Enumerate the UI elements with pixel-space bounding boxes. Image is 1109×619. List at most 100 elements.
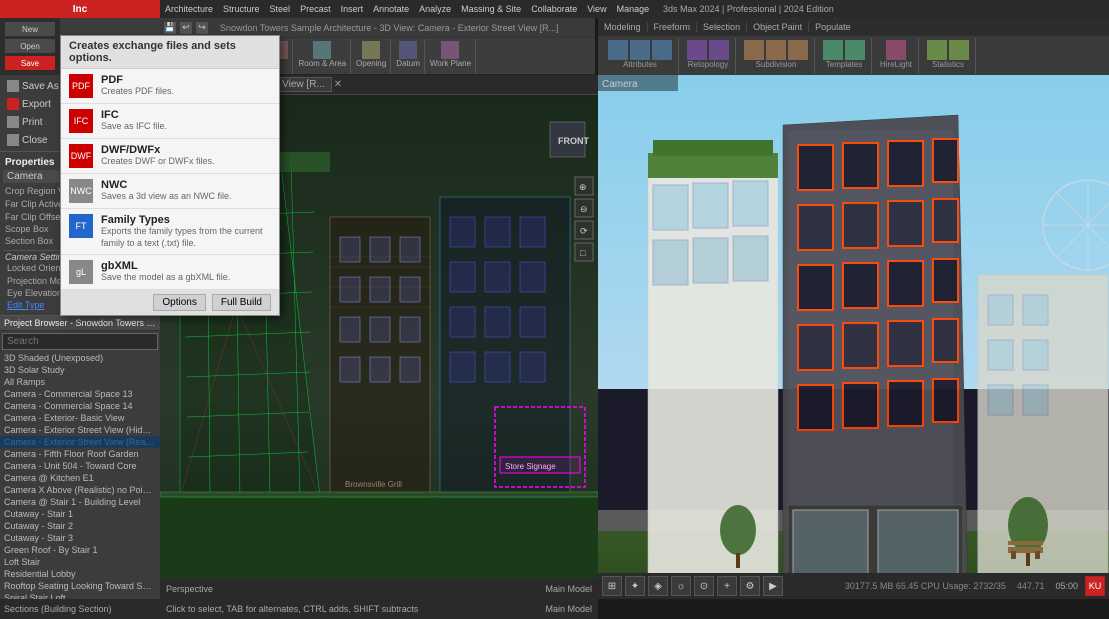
max-rb-btn-12[interactable] <box>927 40 947 60</box>
max-tab-modeling[interactable]: Modeling <box>598 22 648 32</box>
max-app-title: 3ds Max 2024 | Professional | 2024 Editi… <box>663 4 834 14</box>
max-rb-btn-13[interactable] <box>949 40 969 60</box>
max-graph-btn[interactable]: ⊞ <box>602 576 622 596</box>
ifc-icon: IFC <box>69 109 93 133</box>
room-btn[interactable] <box>313 41 331 59</box>
revit-viewport-close[interactable]: ✕ <box>334 79 342 90</box>
pb-item-spiralloft[interactable]: Spiral Stair Loft <box>0 592 160 599</box>
ribbon-title: Snowdon Towers Sample Architecture - 3D … <box>220 23 559 33</box>
menu-architecture[interactable]: Architecture <box>160 4 218 14</box>
dropdown-header-text: Creates exchange files and sets options. <box>61 36 279 69</box>
max-viewport[interactable]: Camera ⊞ ✦ ◈ ☼ ⊙ + ⚙ ▶ 30177.5 MB 65.45 … <box>598 75 1109 599</box>
max-tab-selection[interactable]: Selection <box>697 22 747 32</box>
max-rb-btns-5 <box>886 40 906 60</box>
pb-item-cam-kitchen[interactable]: Camera @ Kitchen E1 <box>0 472 160 484</box>
max-rb-btn-3[interactable] <box>652 40 672 60</box>
menu-manage[interactable]: Manage <box>612 4 655 14</box>
menu-steel[interactable]: Steel <box>265 4 296 14</box>
pb-item-cutaway3[interactable]: Cutaway - Stair 3 <box>0 532 160 544</box>
max-rb-group-1: Attributes <box>602 38 679 74</box>
pb-item-cam-extbasic[interactable]: Camera - Exterior- Basic View <box>0 412 160 424</box>
max-rb-btn-2[interactable] <box>630 40 650 60</box>
pb-item-reslobby[interactable]: Residential Lobby <box>0 568 160 580</box>
max-status-ku[interactable]: KU <box>1085 576 1105 596</box>
menu-view[interactable]: View <box>582 4 611 14</box>
pb-item-cam-fifthroof[interactable]: Camera - Fifth Floor Roof Garden <box>0 448 160 460</box>
pb-item-greenroof[interactable]: Green Roof - By Stair 1 <box>0 544 160 556</box>
pb-item-3d-shaded[interactable]: 3D Shaded (Unexposed) <box>0 352 160 364</box>
project-browser-search[interactable] <box>2 333 158 350</box>
pb-item-cutaway1[interactable]: Cutaway - Stair 1 <box>0 508 160 520</box>
max-tab-freeform[interactable]: Freeform <box>648 22 698 32</box>
menu-insert[interactable]: Insert <box>336 4 369 14</box>
pb-item-cam-unit504[interactable]: Camera - Unit 504 - Toward Core <box>0 460 160 472</box>
menu-precast[interactable]: Precast <box>295 4 336 14</box>
max-materials-btn[interactable]: ◈ <box>648 576 668 596</box>
revit-app-icon[interactable]: Inc <box>0 0 160 18</box>
btn-new[interactable]: New <box>5 22 55 36</box>
pb-item-cutaway2[interactable]: Cutaway - Stair 2 <box>0 520 160 532</box>
max-rb-group-3: Subdivision <box>738 38 815 74</box>
max-rb-btns-6 <box>927 40 969 60</box>
save-btn[interactable]: 💾 <box>164 22 176 34</box>
max-rb-btn-10[interactable] <box>845 40 865 60</box>
max-tab-objectpaint[interactable]: Object Paint <box>747 22 809 32</box>
svg-text:⟳: ⟳ <box>580 226 588 236</box>
pb-item-cam-cs13[interactable]: Camera - Commercial Space 13 <box>0 388 160 400</box>
pb-item-cam-xabove[interactable]: Camera X Above (Realistic) no Point Clou… <box>0 484 160 496</box>
ifc-name: IFC <box>101 109 167 121</box>
pb-item-cam-extready[interactable]: Camera - Exterior Street View (Ready) <box>0 436 160 448</box>
full-build-btn[interactable]: Full Build <box>212 294 271 311</box>
menu-collaborate[interactable]: Collaborate <box>526 4 582 14</box>
dropdown-item-gbxml[interactable]: gL gbXML Save the model as a gbXML file. <box>61 255 279 290</box>
pb-item-cam-stair1[interactable]: Camera @ Stair 1 - Building Level <box>0 496 160 508</box>
btn-open[interactable]: Open <box>5 39 55 53</box>
menu-structure[interactable]: Structure <box>218 4 265 14</box>
menu-massing[interactable]: Massing & Site <box>456 4 526 14</box>
max-rb-btn-5[interactable] <box>709 40 729 60</box>
max-tab-populate[interactable]: Populate <box>809 22 857 32</box>
family-icon: FT <box>69 214 93 238</box>
max-camera-btn[interactable]: ⊙ <box>694 576 714 596</box>
options-btn[interactable]: Options <box>153 294 205 311</box>
dropdown-item-family[interactable]: FT Family Types Exports the family types… <box>61 209 279 255</box>
pb-item-rooftop[interactable]: Rooftop Seating Looking Toward Sundance <box>0 580 160 592</box>
dropdown-item-pdf[interactable]: PDF PDF Creates PDF files. <box>61 69 279 104</box>
max-rb-btn-9[interactable] <box>823 40 843 60</box>
pb-item-cam-exthidden[interactable]: Camera - Exterior Street View (Hidden) <box>0 424 160 436</box>
dropdown-footer: Options Full Build <box>61 290 279 315</box>
max-rendering-btn[interactable]: ▶ <box>763 576 783 596</box>
max-rb-btn-4[interactable] <box>687 40 707 60</box>
svg-text:Camera: Camera <box>602 79 638 90</box>
max-rb-btn-7[interactable] <box>766 40 786 60</box>
undo-btn[interactable]: ↩ <box>180 22 192 34</box>
max-rb-btn-11[interactable] <box>886 40 906 60</box>
max-transform-btn[interactable]: ✦ <box>625 576 645 596</box>
max-lights-btn[interactable]: ☼ <box>671 576 691 596</box>
dropdown-item-ifc[interactable]: IFC IFC Save as IFC file. <box>61 104 279 139</box>
menu-analyze[interactable]: Analyze <box>414 4 456 14</box>
revit-viewport-bottom: Perspective Main Model <box>160 579 598 599</box>
datum-label: Datum <box>396 59 420 68</box>
pb-item-all-ramps[interactable]: All Ramps <box>0 376 160 388</box>
pb-item-3d-solar[interactable]: 3D Solar Study <box>0 364 160 376</box>
dropdown-item-dwf[interactable]: DWF DWF/DWFx Creates DWF or DWFx files. <box>61 139 279 174</box>
max-rb-btn-8[interactable] <box>788 40 808 60</box>
dwf-desc: Creates DWF or DWFx files. <box>101 156 215 168</box>
menu-annotate[interactable]: Annotate <box>368 4 414 14</box>
nwc-icon: NWC <box>69 179 93 203</box>
dropdown-item-nwc[interactable]: NWC NWC Saves a 3d view as an NWC file. <box>61 174 279 209</box>
pb-item-loftstair[interactable]: Loft Stair <box>0 556 160 568</box>
max-rb-btn-1[interactable] <box>608 40 628 60</box>
datum-btn[interactable] <box>399 41 417 59</box>
max-rb-btn-6[interactable] <box>744 40 764 60</box>
pdf-icon: PDF <box>69 74 93 98</box>
max-create-btn[interactable]: + <box>717 576 737 596</box>
redo-btn[interactable]: ↪ <box>196 22 208 34</box>
dwf-icon: DWF <box>69 144 93 168</box>
btn-save[interactable]: Save <box>5 56 55 70</box>
pb-item-cam-cs14[interactable]: Camera - Commercial Space 14 <box>0 400 160 412</box>
workplane-btn[interactable] <box>441 41 459 59</box>
opening-btn[interactable] <box>362 41 380 59</box>
max-tools-btn[interactable]: ⚙ <box>740 576 760 596</box>
